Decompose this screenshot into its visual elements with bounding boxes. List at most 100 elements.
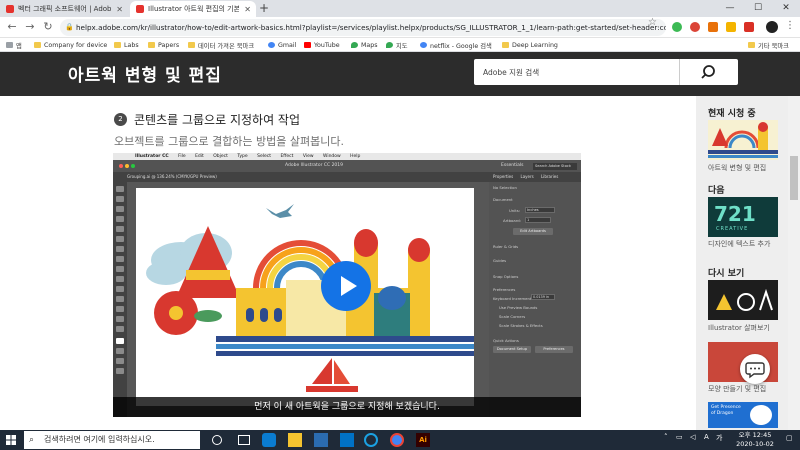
address-bar[interactable]: 🔒 helpx.adobe.com/kr/illustrator/how-to/… xyxy=(60,19,666,36)
internet-explorer-icon[interactable] xyxy=(364,433,378,447)
extension-icon[interactable] xyxy=(726,22,736,32)
menu-item: Effect xyxy=(280,154,294,159)
tool-icon xyxy=(116,246,124,252)
back-arrow-icon[interactable]: ← xyxy=(4,19,20,35)
tool-icon xyxy=(116,316,124,322)
tab-close-icon[interactable]: ✕ xyxy=(239,5,256,14)
menu-kebab-icon[interactable]: ⋮ xyxy=(785,20,795,31)
bookmark-map-kr[interactable]: 지도 xyxy=(386,39,408,51)
panel-label: Use Preview Bounds xyxy=(499,305,538,310)
now-watching-thumbnail[interactable] xyxy=(708,120,778,160)
cortana-icon[interactable] xyxy=(212,435,222,445)
panel-field: 0.0139 in xyxy=(531,294,555,300)
tab-label: Illustrator 아트웍 편집의 기본 사항 xyxy=(148,5,240,13)
google-icon xyxy=(268,42,275,48)
forward-arrow-icon[interactable]: → xyxy=(22,19,38,35)
scrollbar-thumb[interactable] xyxy=(790,156,798,200)
panel-label: Quick Actions xyxy=(493,338,519,343)
reload-icon[interactable]: ↻ xyxy=(40,19,56,35)
panel-label: Snap Options xyxy=(493,274,519,279)
search-input[interactable]: Adobe 지원 검색 xyxy=(474,59,738,85)
fill-swatch-icon xyxy=(116,338,124,344)
play-button[interactable] xyxy=(321,261,371,311)
browser-tab-active[interactable]: Illustrator 아트웍 편집의 기본 사항 ✕ xyxy=(130,1,256,17)
windows-start-icon[interactable] xyxy=(6,435,16,445)
browser-tab-inactive[interactable]: 벡터 그래픽 소프트웨어 | Adobe I ✕ xyxy=(0,1,128,17)
minimize-button[interactable]: — xyxy=(716,0,744,17)
notification-icon[interactable]: ▢ xyxy=(786,434,793,442)
next-caption[interactable]: 디자인에 텍스트 추가 xyxy=(708,240,788,249)
profile-avatar[interactable] xyxy=(766,21,778,33)
taskbar-search-input[interactable]: ⌕ 검색하려면 여기에 입력하십시오. xyxy=(24,431,200,449)
tray-chevron-icon[interactable]: ˄ xyxy=(664,433,668,441)
video-caption: 먼저 이 새 아트웍을 그룹으로 지정해 보겠습니다. xyxy=(113,397,581,417)
extension-icon[interactable] xyxy=(690,22,700,32)
file-explorer-icon[interactable] xyxy=(288,433,302,447)
close-window-button[interactable]: ✕ xyxy=(772,0,800,17)
extension-icon[interactable] xyxy=(744,22,754,32)
next-heading: 다음 xyxy=(708,186,725,196)
input-method-icon[interactable]: A xyxy=(704,433,709,441)
bookmark-folder[interactable]: Papers xyxy=(148,39,179,51)
menu-item: Help xyxy=(350,154,361,159)
page-scrollbar[interactable] xyxy=(788,96,800,430)
maps-pin-icon xyxy=(386,42,393,48)
maximize-button[interactable]: ☐ xyxy=(744,0,772,17)
next-thumbnail[interactable]: 721 CREATIVE xyxy=(708,197,778,237)
now-watching-heading: 현재 시청 중 xyxy=(708,109,756,119)
clock-time: 오후 12:45 xyxy=(738,431,772,439)
volume-icon[interactable]: ◁ xyxy=(690,433,695,441)
now-watching-caption[interactable]: 아트웍 변형 및 편집 xyxy=(708,164,788,173)
bookmark-folder[interactable]: Labs xyxy=(114,39,139,51)
bookmark-youtube[interactable]: YouTube xyxy=(304,39,340,51)
panel-tab: Properties xyxy=(493,174,514,179)
store-icon[interactable] xyxy=(314,433,328,447)
task-view-icon[interactable] xyxy=(238,435,250,445)
bookmark-folder[interactable]: Company for device xyxy=(34,39,107,51)
menu-item: Type xyxy=(237,154,248,159)
tools-panel xyxy=(113,182,127,417)
bookmark-apps[interactable]: 앱 xyxy=(6,39,22,51)
tool-icon xyxy=(116,358,124,364)
search-placeholder: Adobe 지원 검색 xyxy=(483,68,540,77)
bookmark-netflix-search[interactable]: netflix - Google 검색 xyxy=(420,39,492,51)
extension-icon[interactable] xyxy=(708,22,718,32)
screen: 벡터 그래픽 소프트웨어 | Adobe I ✕ Illustrator 아트웍… xyxy=(0,0,800,450)
edge-icon[interactable] xyxy=(262,433,276,447)
watch-again-caption[interactable]: Illustrator 살펴보기 xyxy=(708,324,788,333)
taskbar-clock[interactable]: 오후 12:45 2020-10-02 xyxy=(730,431,780,449)
tab-close-icon[interactable]: ✕ xyxy=(111,5,128,14)
watch-again-caption[interactable]: 모양 만들기 및 편집 xyxy=(708,385,788,394)
ime-icon[interactable]: 가 xyxy=(716,433,722,443)
folder-icon xyxy=(148,42,155,48)
panel-button: Preferences xyxy=(535,346,573,353)
mail-icon[interactable] xyxy=(340,433,354,447)
tool-icon xyxy=(116,266,124,272)
extension-icon[interactable] xyxy=(672,22,682,32)
watch-again-thumbnail[interactable]: Get Presence of Dragon xyxy=(708,402,778,428)
bookmarks-bar: 앱 Company for device Labs Papers 데이터 가져온… xyxy=(0,38,800,52)
panel-tab: Layers xyxy=(520,174,534,179)
panel-label: Keyboard Increment: xyxy=(493,296,533,301)
illustrator-icon[interactable]: Ai xyxy=(416,433,430,447)
tool-icon xyxy=(116,276,124,282)
search-icon[interactable] xyxy=(691,63,725,81)
bookmark-folder[interactable]: 데이터 가져온 북마크 xyxy=(188,39,254,51)
bookmark-other[interactable]: 기타 북마크 xyxy=(748,39,789,51)
tool-icon xyxy=(116,348,124,354)
watch-again-thumbnail[interactable] xyxy=(708,280,778,320)
tool-icon xyxy=(116,296,124,302)
new-tab-button[interactable]: + xyxy=(259,1,269,16)
bookmark-gmail[interactable]: Gmail xyxy=(268,39,296,51)
network-icon[interactable]: ▭ xyxy=(676,433,683,441)
chat-button[interactable] xyxy=(740,354,770,384)
bookmark-maps[interactable]: Maps xyxy=(351,39,378,51)
chrome-icon[interactable] xyxy=(390,433,404,447)
step-description: 오브젝트를 그룹으로 결합하는 방법을 살펴봅니다. xyxy=(114,135,345,148)
panel-button: Document Setup xyxy=(493,346,531,353)
tool-icon xyxy=(116,226,124,232)
watch-again-heading: 다시 보기 xyxy=(708,269,745,279)
bookmark-star-icon[interactable]: ☆ xyxy=(648,17,657,28)
folder-icon xyxy=(114,42,121,48)
bookmark-folder[interactable]: Deep Learning xyxy=(502,39,558,51)
